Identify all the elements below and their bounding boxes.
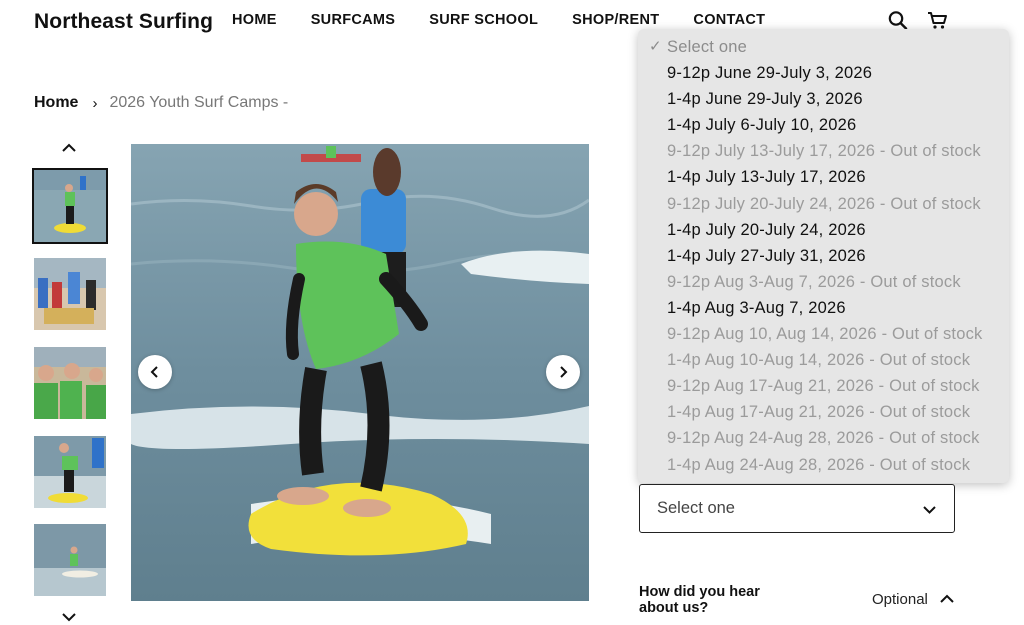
chevron-down-icon (923, 506, 936, 514)
breadcrumb-separator: › (92, 94, 98, 112)
session-select-value: Select one (657, 499, 735, 517)
dropdown-options: 9-12p June 29-July 3, 2026 1-4p June 29-J… (638, 62, 1009, 480)
cart-icon[interactable] (926, 10, 948, 30)
checkmark-icon: ✓ (649, 38, 662, 55)
nav-surfcams[interactable]: SURFCAMS (311, 12, 396, 28)
dropdown-option[interactable]: 1-4p June 29-July 3, 2026 (638, 88, 1009, 114)
nav-surf-school[interactable]: SURF SCHOOL (429, 12, 538, 28)
search-icon[interactable] (887, 10, 909, 30)
main-nav: HOME SURFCAMS SURF SCHOOL SHOP/RENT CONT… (232, 12, 799, 28)
nav-home[interactable]: HOME (232, 12, 277, 28)
dropdown-option: 1-4p Aug 24-Aug 28, 2026 - Out of stock (667, 455, 971, 474)
dropdown-option: 9-12p July 20-July 24, 2026 - Out of sto… (667, 194, 981, 213)
breadcrumb-current: 2026 Youth Surf Camps - (109, 94, 289, 111)
chevron-left-icon (150, 366, 158, 378)
session-dropdown-menu[interactable]: ✓ Select one 9-12p June 29-July 3, 2026 1… (638, 29, 1009, 483)
breadcrumb: Home › 2026 Youth Surf Camps - (34, 94, 288, 112)
chevron-right-icon (560, 366, 568, 378)
dropdown-option[interactable]: 1-4p July 20-July 24, 2026 (638, 219, 1009, 245)
thumbnail-1[interactable] (32, 168, 108, 244)
session-select[interactable]: Select one (639, 484, 955, 533)
nav-contact[interactable]: CONTACT (693, 12, 765, 28)
dropdown-option-placeholder[interactable]: ✓ Select one (638, 36, 1009, 62)
thumbnail-2[interactable] (34, 258, 106, 330)
dropdown-option: 9-12p Aug 3-Aug 7, 2026 - Out of stock (667, 272, 961, 291)
optional-label[interactable]: Optional (872, 591, 928, 608)
thumbnail-5[interactable] (34, 524, 106, 596)
dropdown-option[interactable]: 1-4p July 27-July 31, 2026 (638, 245, 1009, 271)
dropdown-option: 9-12p Aug 17-Aug 21, 2026 - Out of stock (667, 377, 980, 396)
site-brand[interactable]: Northeast Surfing (34, 10, 213, 34)
gallery-next-button[interactable] (546, 355, 580, 389)
thumbnails-down-arrow-icon[interactable] (60, 610, 78, 624)
dropdown-option: 9-12p Aug 10, Aug 14, 2026 - Out of stoc… (667, 325, 983, 344)
thumbnail-4[interactable] (34, 436, 106, 508)
thumbnails-up-arrow-icon[interactable] (60, 141, 78, 155)
thumbnail-3[interactable] (34, 347, 106, 419)
nav-shop-rent[interactable]: SHOP/RENT (572, 12, 659, 28)
dropdown-option[interactable]: 1-4p Aug 3-Aug 7, 2026 (638, 297, 1009, 323)
dropdown-option: 1-4p Aug 10-Aug 14, 2026 - Out of stock (667, 351, 971, 370)
dropdown-placeholder-label: Select one (667, 38, 747, 56)
chevron-up-icon[interactable] (939, 592, 955, 606)
gallery-prev-button[interactable] (138, 355, 172, 389)
dropdown-option: 9-12p Aug 24-Aug 28, 2026 - Out of stock (667, 429, 980, 448)
product-main-photo (131, 144, 589, 601)
dropdown-option[interactable]: 1-4p July 13-July 17, 2026 (638, 166, 1009, 192)
dropdown-option: 1-4p Aug 17-Aug 21, 2026 - Out of stock (667, 403, 971, 422)
how-did-you-hear-label: How did you hear about us? (639, 584, 760, 616)
dropdown-option[interactable]: 1-4p July 6-July 10, 2026 (638, 114, 1009, 140)
dropdown-option[interactable]: 9-12p June 29-July 3, 2026 (638, 62, 1009, 88)
breadcrumb-home[interactable]: Home (34, 94, 78, 112)
dropdown-option: 9-12p July 13-July 17, 2026 - Out of sto… (667, 142, 981, 161)
